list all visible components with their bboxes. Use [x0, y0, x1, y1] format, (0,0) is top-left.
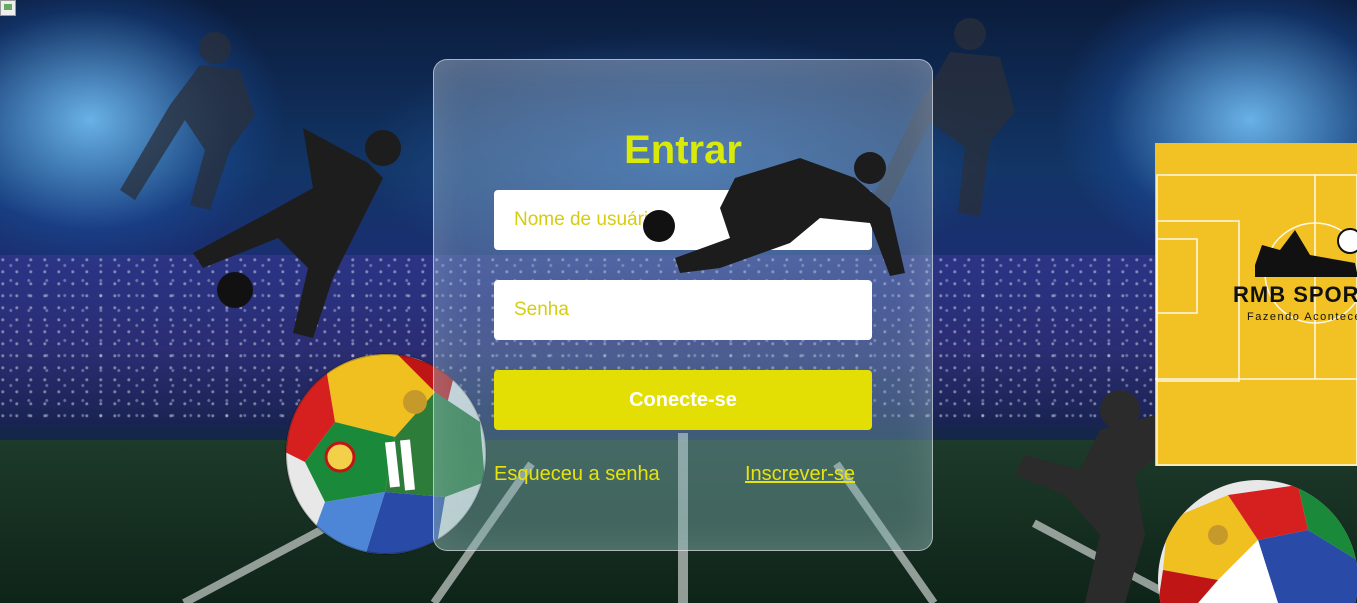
signup-link[interactable]: Inscrever-se — [745, 463, 855, 486]
player-silhouette-diving — [643, 152, 905, 276]
login-button[interactable]: Conecte-se — [494, 370, 872, 430]
broken-image-icon — [0, 0, 16, 16]
player-silhouette-jumping — [193, 128, 401, 338]
soccer-ball-flags-right — [1158, 480, 1357, 603]
logo-card: RMB SPORTS Fazendo Acontecer — [1155, 143, 1357, 466]
forgot-password-link[interactable]: Esqueceu a senha — [494, 463, 660, 486]
logo-name: RMB SPORTS — [1233, 282, 1357, 307]
password-input[interactable] — [494, 280, 872, 340]
soccer-boot-icon — [1255, 228, 1357, 277]
logo-tagline: Fazendo Acontecer — [1247, 311, 1357, 323]
